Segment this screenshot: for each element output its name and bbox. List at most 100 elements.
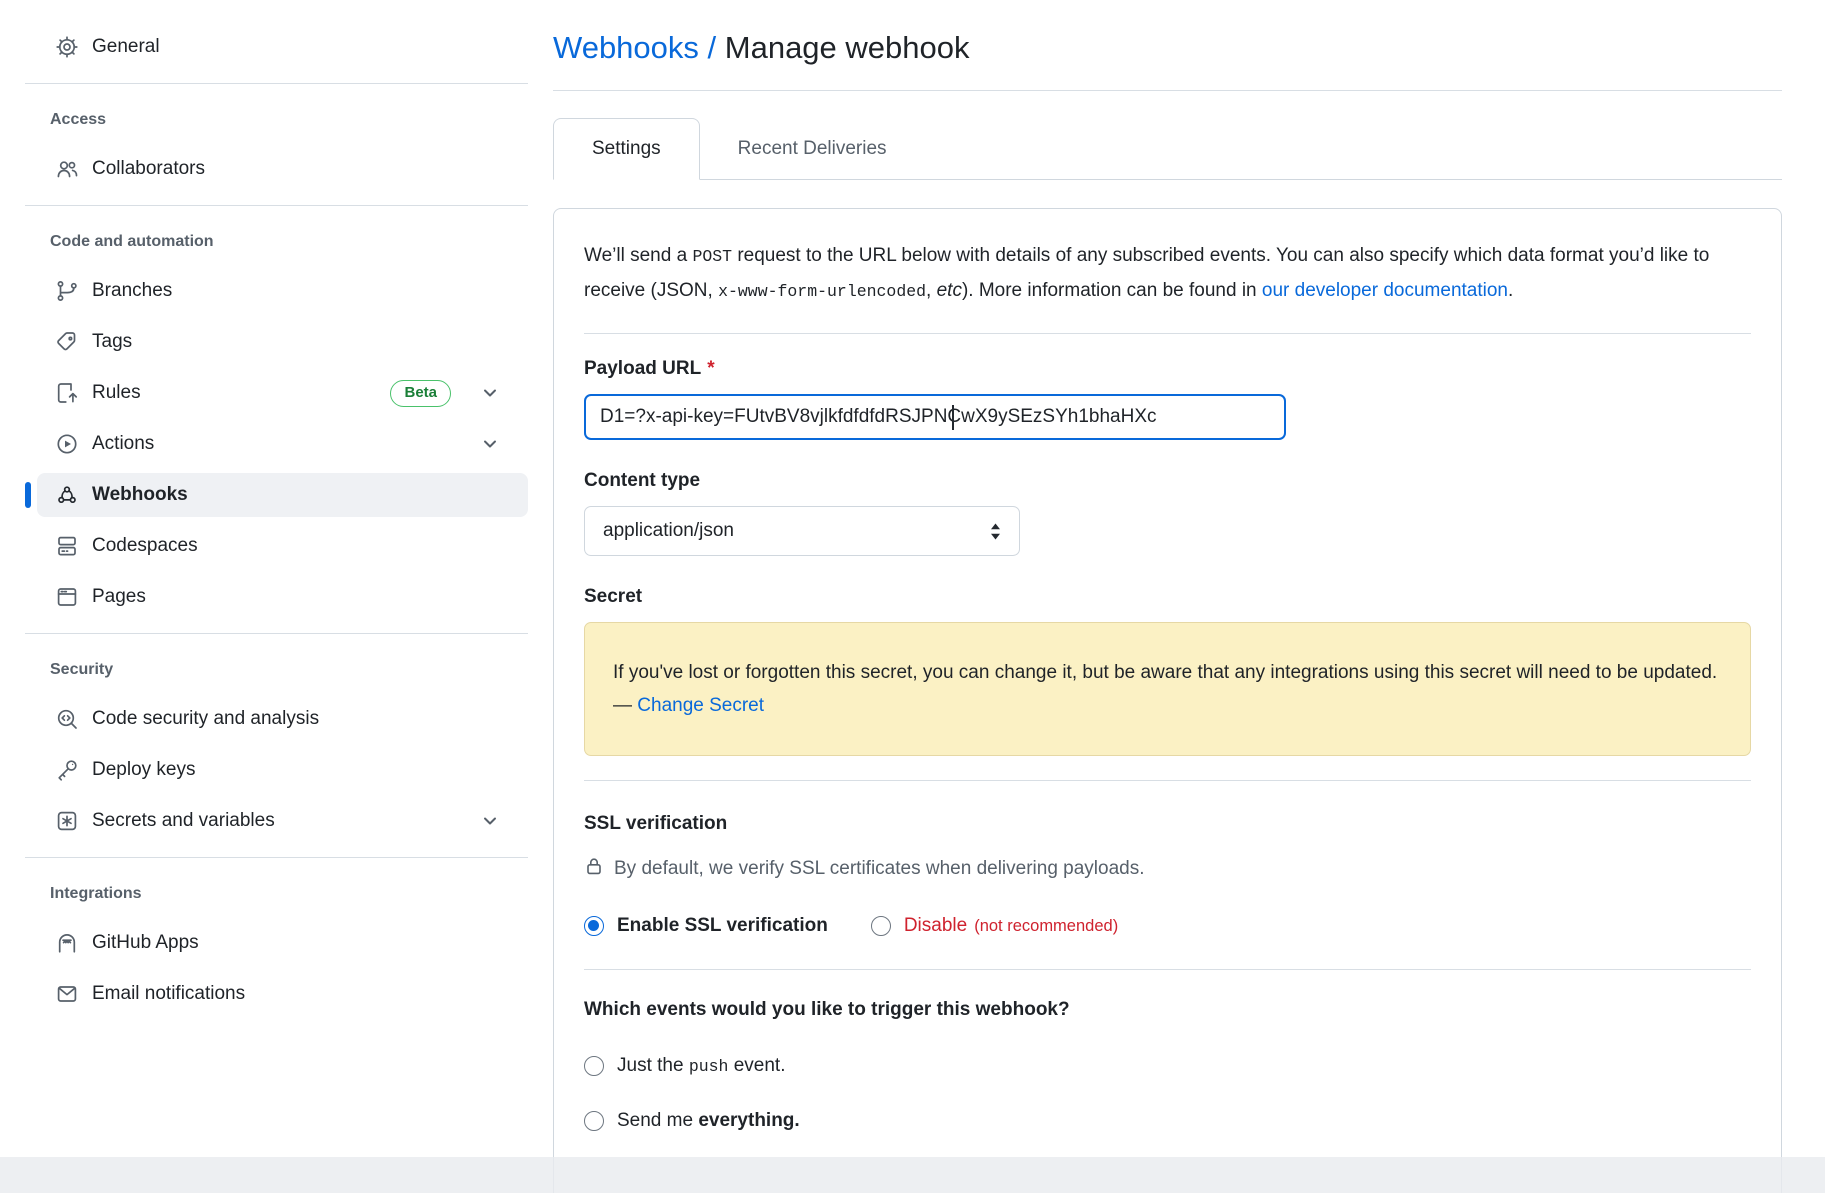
change-secret-link[interactable]: Change Secret	[637, 695, 764, 716]
just-push-post: event.	[728, 1055, 785, 1076]
sidebar-divider	[25, 205, 528, 206]
sidebar-item-webhooks[interactable]: Webhooks	[37, 473, 528, 517]
event-option-everything-row: Send me everything.	[584, 1110, 1751, 1132]
sidebar-item-tags[interactable]: Tags	[37, 320, 528, 364]
github-app-icon	[55, 931, 79, 955]
secret-warning-flash: If you've lost or forgotten this secret,…	[584, 622, 1751, 756]
sidebar-item-label: Tags	[92, 331, 132, 353]
sidebar-item-pages[interactable]: Pages	[37, 575, 528, 619]
intro-segment: .	[1508, 280, 1513, 301]
section-divider	[584, 969, 1751, 970]
etc-italic: etc	[937, 280, 962, 301]
developer-documentation-link[interactable]: our developer documentation	[1262, 280, 1508, 301]
sidebar-item-deploy-keys[interactable]: Deploy keys	[37, 748, 528, 792]
sidebar-item-label: Branches	[92, 280, 172, 302]
sidebar-item-label: Codespaces	[92, 535, 198, 557]
sidebar-item-label: Webhooks	[92, 484, 188, 506]
tab-settings[interactable]: Settings	[553, 118, 700, 180]
sidebar-item-code-security[interactable]: Code security and analysis	[37, 697, 528, 741]
urlencoded-code: x-www-form-urlencoded	[718, 282, 926, 301]
key-icon	[55, 758, 79, 782]
payload-url-label-text: Payload URL	[584, 358, 701, 379]
settings-sidebar: General Access Collaborators Code and au…	[0, 0, 553, 1023]
required-asterisk: *	[707, 358, 714, 379]
sidebar-item-rules[interactable]: Rules Beta	[37, 371, 528, 415]
section-divider	[584, 780, 1751, 781]
ssl-description-row: By default, we verify SSL certificates w…	[584, 856, 1751, 882]
disable-ssl-label: Disable	[904, 915, 967, 937]
git-branch-icon	[55, 279, 79, 303]
event-option-push-row: Just the push event.	[584, 1055, 1751, 1077]
sidebar-item-email-notifications[interactable]: Email notifications	[37, 972, 528, 1016]
code-scan-icon	[55, 707, 79, 731]
chevron-down-icon	[480, 434, 500, 454]
everything-bold: everything.	[698, 1110, 799, 1131]
send-everything-radio[interactable]	[584, 1111, 604, 1131]
sidebar-item-codespaces[interactable]: Codespaces	[37, 524, 528, 568]
sidebar-item-label: GitHub Apps	[92, 932, 199, 954]
asterisk-box-icon	[55, 809, 79, 833]
rules-icon	[55, 381, 79, 405]
content-type-value: application/json	[603, 520, 734, 542]
just-push-label: Just the push event.	[617, 1055, 785, 1077]
sidebar-item-label: Email notifications	[92, 983, 245, 1005]
repository-settings-page: General Access Collaborators Code and au…	[0, 0, 1825, 1193]
people-icon	[55, 157, 79, 181]
sidebar-item-general[interactable]: General	[37, 25, 528, 69]
sidebar-item-label: Rules	[92, 382, 141, 404]
select-arrows-icon	[988, 521, 1003, 542]
sidebar-item-label: Actions	[92, 433, 154, 455]
section-divider	[584, 333, 1751, 334]
sidebar-section-code-automation: Code and automation	[50, 233, 528, 251]
content-type-label: Content type	[584, 470, 1751, 492]
sidebar-section-access: Access	[50, 111, 528, 129]
main-content: Webhooks / Manage webhook Settings Recen…	[553, 0, 1782, 1193]
post-code: POST	[692, 247, 732, 266]
ssl-description: By default, we verify SSL certificates w…	[614, 858, 1145, 880]
sidebar-item-secrets-variables[interactable]: Secrets and variables	[37, 799, 528, 843]
send-everything-pre: Send me	[617, 1110, 698, 1131]
browser-icon	[55, 585, 79, 609]
sidebar-divider	[25, 857, 528, 858]
sidebar-item-branches[interactable]: Branches	[37, 269, 528, 313]
gear-icon	[55, 35, 79, 59]
secret-label: Secret	[584, 586, 1751, 608]
page-title-text: Manage webhook	[725, 30, 970, 65]
intro-text: We’ll send a POST request to the URL bel…	[584, 239, 1751, 309]
ssl-verification-heading: SSL verification	[584, 813, 1751, 835]
just-push-pre: Just the	[617, 1055, 689, 1076]
tag-icon	[55, 330, 79, 354]
events-heading: Which events would you like to trigger t…	[584, 999, 1751, 1021]
disable-ssl-note: (not recommended)	[974, 917, 1118, 936]
secret-warning-text: If you've lost or forgotten this secret,…	[613, 662, 1717, 716]
sidebar-item-label: Code security and analysis	[92, 708, 319, 730]
breadcrumb-webhooks-link[interactable]: Webhooks /	[553, 30, 716, 65]
payload-url-wrap	[584, 394, 1286, 440]
disable-ssl-radio[interactable]	[871, 916, 891, 936]
enable-ssl-radio[interactable]	[584, 916, 604, 936]
chevron-down-icon	[480, 383, 500, 403]
sidebar-divider	[25, 83, 528, 84]
text-cursor	[952, 405, 954, 430]
sidebar-section-integrations: Integrations	[50, 885, 528, 903]
chevron-down-icon	[480, 811, 500, 831]
intro-segment: ,	[926, 280, 937, 301]
content-type-select[interactable]: application/json	[584, 506, 1020, 556]
sidebar-item-label: General	[92, 36, 160, 58]
beta-badge: Beta	[390, 380, 451, 407]
just-push-radio[interactable]	[584, 1056, 604, 1076]
tab-recent-deliveries[interactable]: Recent Deliveries	[700, 118, 925, 179]
sidebar-item-actions[interactable]: Actions	[37, 422, 528, 466]
codespaces-icon	[55, 534, 79, 558]
webhook-settings-box: We’ll send a POST request to the URL bel…	[553, 208, 1782, 1193]
sidebar-item-github-apps[interactable]: GitHub Apps	[37, 921, 528, 965]
sidebar-item-label: Pages	[92, 586, 146, 608]
lock-icon	[584, 856, 604, 882]
payload-url-input[interactable]	[584, 394, 1286, 440]
sidebar-item-collaborators[interactable]: Collaborators	[37, 147, 528, 191]
mail-icon	[55, 982, 79, 1006]
payload-url-label: Payload URL *	[584, 358, 1751, 380]
ssl-radio-row: Enable SSL verification Disable (not rec…	[584, 915, 1751, 937]
intro-segment: ). More information can be found in	[962, 280, 1262, 301]
webhook-icon	[55, 483, 79, 507]
